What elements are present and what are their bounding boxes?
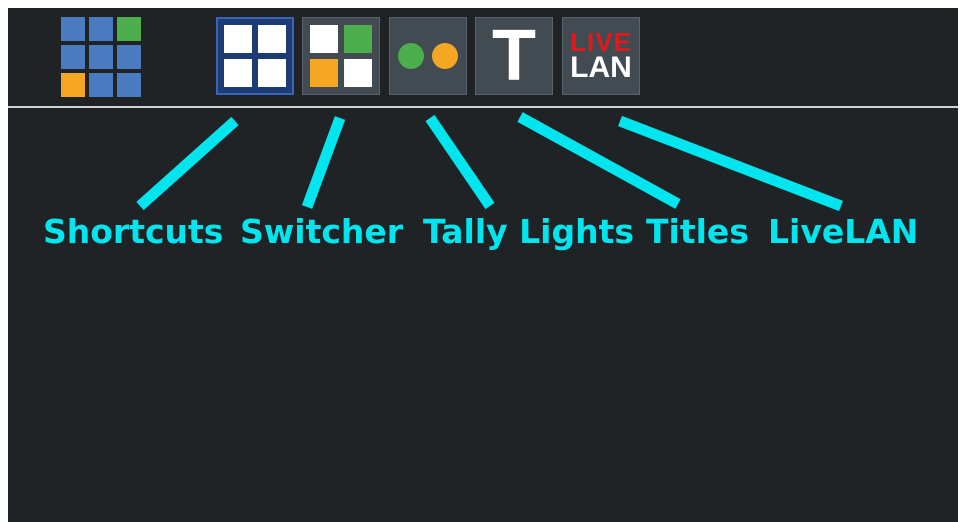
switcher-pointer bbox=[301, 116, 346, 209]
switcher-label: Switcher bbox=[240, 212, 404, 251]
shortcuts-label: Shortcuts bbox=[43, 212, 224, 251]
titles-label: Titles bbox=[646, 212, 749, 251]
livelan-label: LiveLAN bbox=[768, 212, 919, 251]
shortcuts-pointer bbox=[136, 116, 239, 211]
annotation-pointers bbox=[136, 112, 843, 212]
tally-lights-pointer bbox=[425, 114, 495, 210]
tally-lights-label: Tally Lights bbox=[423, 212, 635, 251]
